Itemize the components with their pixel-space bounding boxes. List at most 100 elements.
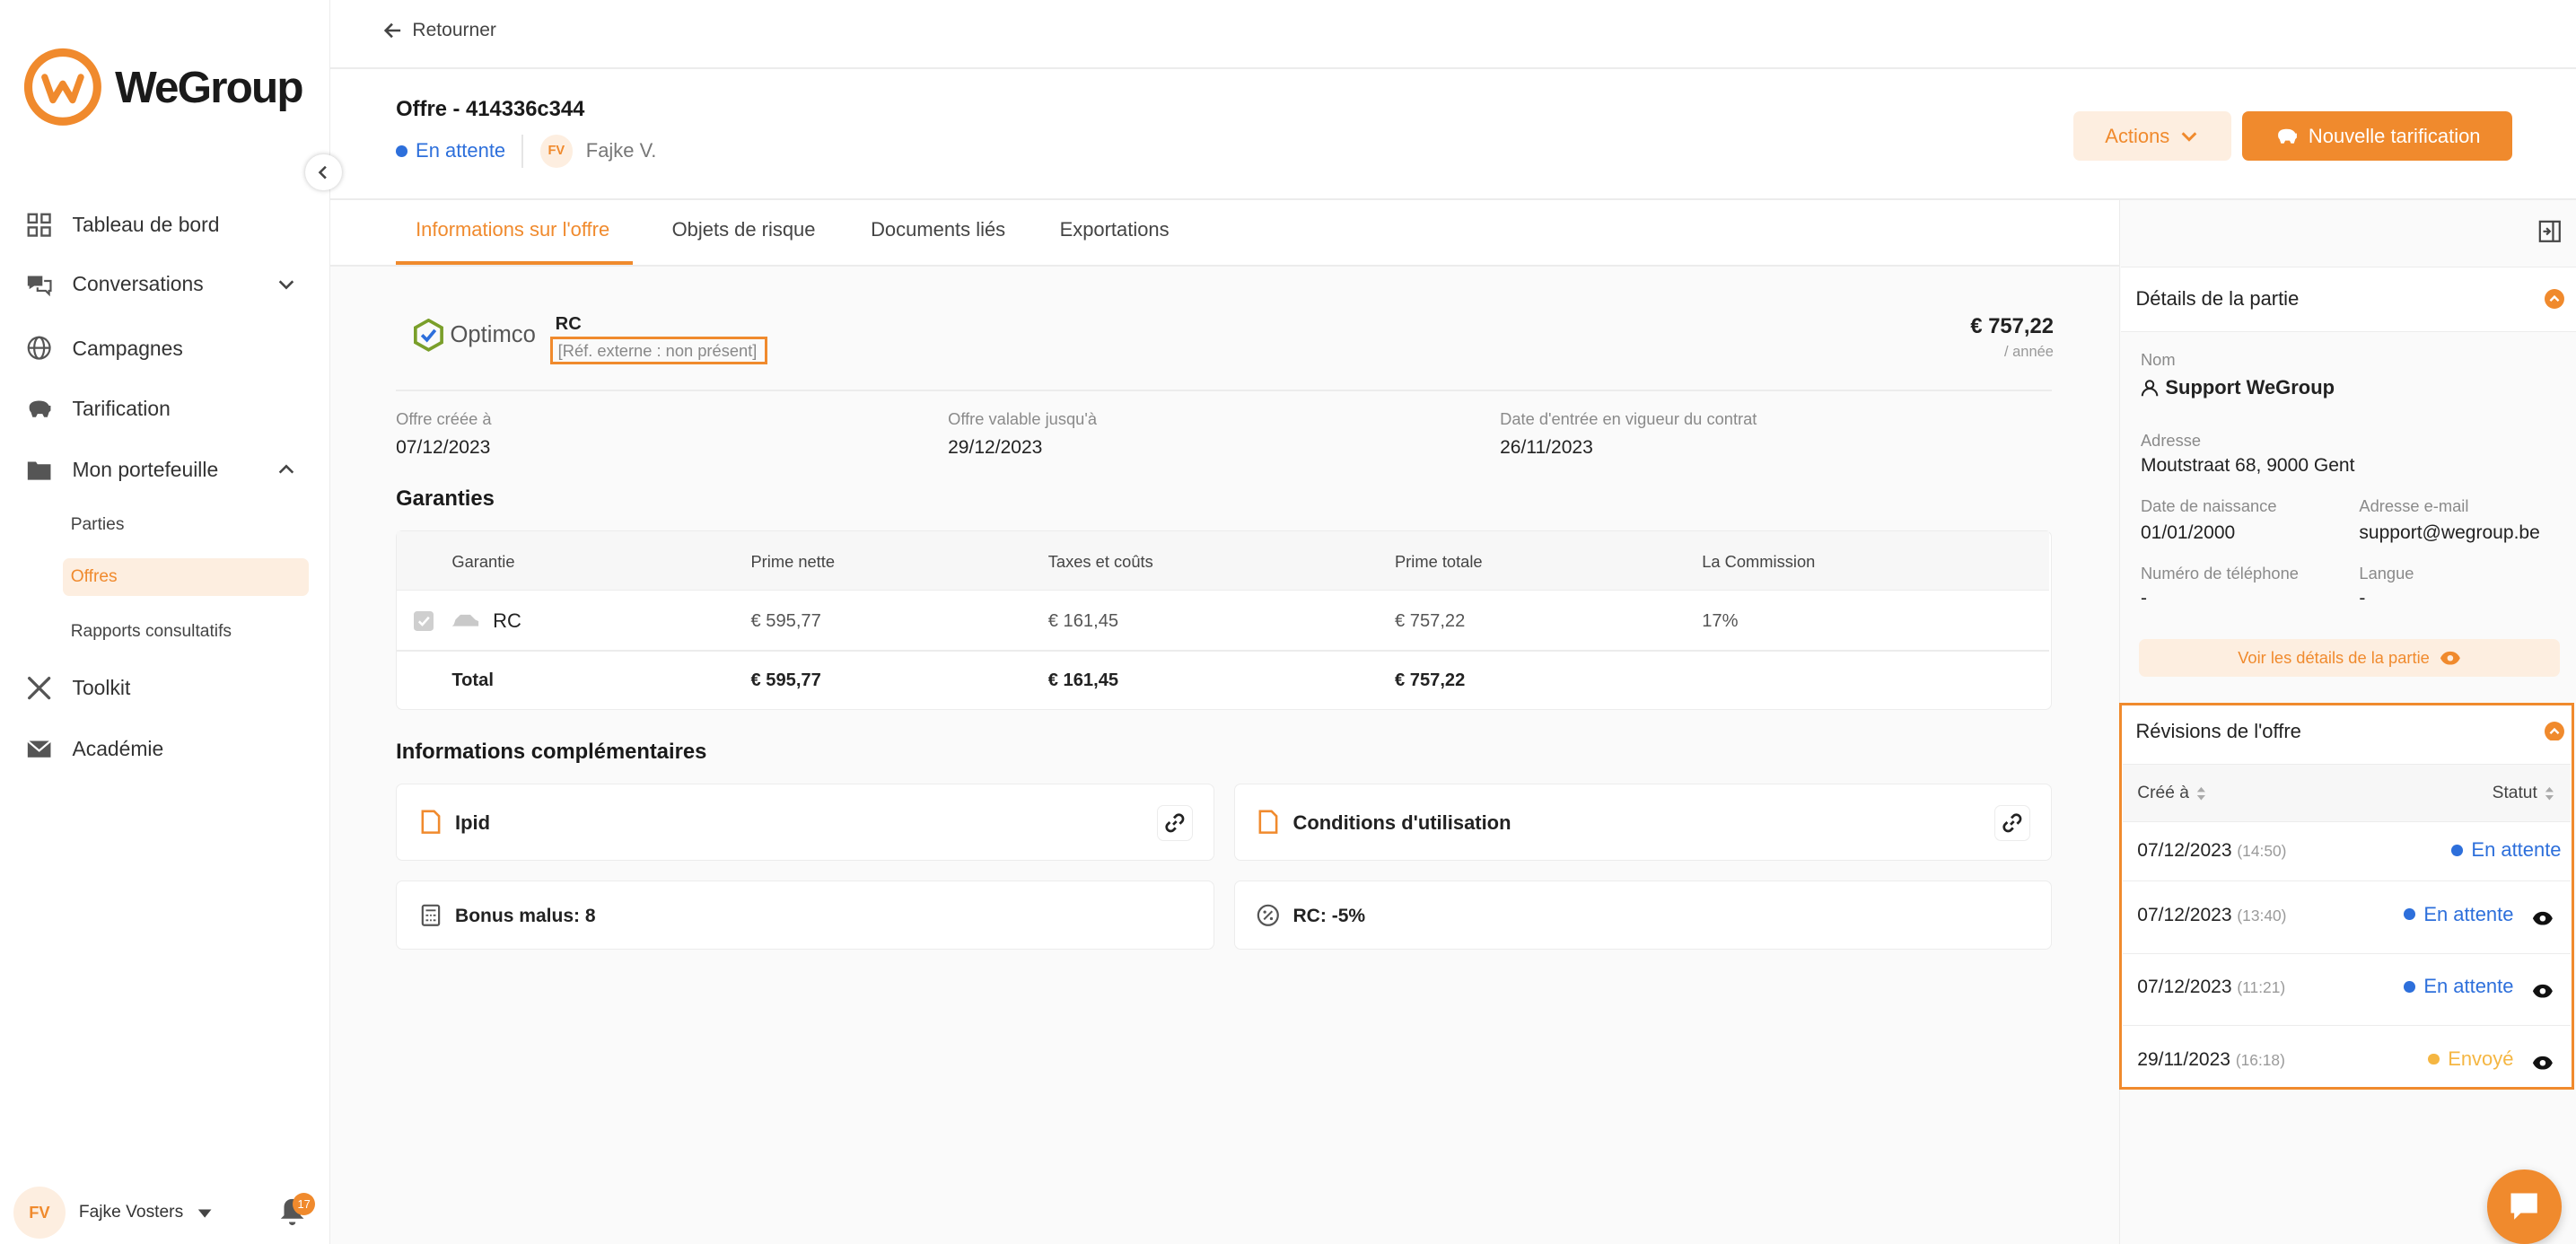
back-label: Retourner <box>412 19 496 40</box>
sidebar-item-toolkit[interactable]: Toolkit <box>26 670 305 706</box>
sidebar-item-pricing[interactable]: Tarification <box>26 391 305 427</box>
eye-icon[interactable] <box>2532 1056 2554 1070</box>
sidebar-item-label: Académie <box>72 737 164 761</box>
view-party-details-label: Voir les détails de la partie <box>2238 648 2430 668</box>
user-menu[interactable]: FV Fajke Vosters <box>13 1186 213 1240</box>
status-badge: En attente <box>396 139 505 162</box>
revision-row[interactable]: 07/12/2023 (14:50) En attente <box>2122 821 2572 881</box>
chat-launcher-button[interactable] <box>2487 1170 2562 1244</box>
chevron-left-icon <box>319 165 328 180</box>
eye-icon[interactable] <box>2532 911 2554 925</box>
collapse-panel-icon[interactable] <box>2538 220 2562 243</box>
offer-valid-until-date: Offre valable jusqu'à 29/12/2023 <box>948 409 1097 459</box>
chevron-up-circle-icon[interactable] <box>2545 721 2565 741</box>
view-party-details-button[interactable]: Voir les détails de la partie <box>2139 639 2560 678</box>
language-value: - <box>2359 588 2366 609</box>
back-link[interactable]: Retourner <box>382 19 496 41</box>
column-header-label: Statut <box>2492 784 2537 803</box>
document-name: Ipid <box>455 811 491 835</box>
eye-icon[interactable] <box>2532 984 2554 998</box>
status-text: Envoyé <box>2448 1047 2514 1070</box>
status-text: En attente <box>2471 838 2562 862</box>
total-tax: € 161,45 <box>1047 670 1119 690</box>
info-text: RC: -5% <box>1292 905 1366 926</box>
external-reference: [Réf. externe : non présent] <box>550 337 767 365</box>
status-dot-icon <box>2404 908 2416 921</box>
column-header[interactable]: Taxes et coûts <box>1048 552 1153 572</box>
open-link-button[interactable] <box>1994 804 2031 842</box>
total-net: € 595,77 <box>750 670 821 690</box>
globe-icon <box>27 337 51 361</box>
owner-name: Fajke V. <box>585 139 657 162</box>
table-cell-net: € 595,77 <box>750 610 821 631</box>
column-header[interactable]: Prime nette <box>750 552 835 572</box>
chevron-up-circle-icon[interactable] <box>2545 289 2565 310</box>
sidebar-item-campaigns[interactable]: Campagnes <box>26 330 305 366</box>
revision-date: 29/11/2023 (16:18) <box>2137 1049 2285 1071</box>
collapse-sidebar-button[interactable] <box>305 154 342 191</box>
document-card-ipid[interactable] <box>396 784 1214 862</box>
insurer-logo: Optimco <box>414 319 536 352</box>
status-dot-icon <box>2428 1053 2440 1065</box>
logo[interactable]: WeGroup <box>23 48 304 127</box>
status-text: En attente <box>2423 902 2514 925</box>
table-cell-commission: 17% <box>1702 610 1739 631</box>
status-badge: Envoyé <box>2428 1047 2513 1071</box>
sort-icon <box>2197 786 2206 801</box>
table-row-name: RC <box>493 609 521 633</box>
sidebar-item-portfolio[interactable]: Mon portefeuille <box>26 451 305 487</box>
actions-label: Actions <box>2105 124 2170 147</box>
party-name-value: Support WeGroup <box>2165 376 2335 399</box>
address-label: Adresse <box>2140 430 2202 450</box>
actions-button[interactable]: Actions <box>2072 111 2231 162</box>
sidebar-subitem-offers[interactable]: Offres <box>62 558 310 597</box>
tab-exports[interactable]: Exportations <box>1060 218 1170 241</box>
guarantee-checkbox[interactable] <box>414 610 434 631</box>
revision-row[interactable]: 29/11/2023 (16:18) Envoyé <box>2122 1025 2572 1086</box>
chat-icon <box>28 276 52 297</box>
column-header-created[interactable]: Créé à <box>2137 784 2207 803</box>
revision-time: (14:50) <box>2237 842 2287 861</box>
column-header-status[interactable]: Statut <box>2493 784 2555 803</box>
column-header[interactable]: Garantie <box>451 552 514 572</box>
chat-bubble-icon <box>2510 1193 2537 1221</box>
sidebar-item-conversations[interactable]: Conversations <box>26 267 305 302</box>
revision-row[interactable]: 07/12/2023 (13:40) En attente <box>2122 880 2572 953</box>
product-name: RC <box>555 313 582 334</box>
tab-linked-documents[interactable]: Documents liés <box>871 218 1005 241</box>
revision-row[interactable]: 07/12/2023 (11:21) En attente <box>2122 952 2572 1026</box>
sidebar-item-label: Tarification <box>72 397 171 421</box>
date-label: Offre valable jusqu'à <box>948 408 1098 428</box>
calculator-icon <box>421 904 440 926</box>
logo-text: WeGroup <box>115 62 303 112</box>
info-text: Bonus malus: 8 <box>455 905 596 926</box>
tab-risk-objects[interactable]: Objets de risque <box>672 218 816 241</box>
sidebar-item-label: Tableau de bord <box>72 213 220 237</box>
sidebar-item-label: Campagnes <box>72 336 183 360</box>
caret-down-icon <box>197 1209 212 1218</box>
status-dot-icon <box>396 145 407 157</box>
new-pricing-button[interactable]: Nouvelle tarification <box>2242 111 2512 162</box>
column-header[interactable]: La Commission <box>1702 552 1815 572</box>
address-value: Moutstraat 68, 9000 Gent <box>2140 455 2355 476</box>
sidebar-item-academy[interactable]: Académie <box>26 732 305 767</box>
divider <box>397 649 2050 652</box>
divider <box>396 389 2053 391</box>
sidebar-subitem-parties[interactable]: Parties <box>63 506 310 544</box>
sidebar-item-label: Mon portefeuille <box>72 457 219 481</box>
piggy-bank-icon <box>29 400 51 417</box>
check-icon <box>417 616 430 626</box>
open-link-button[interactable] <box>1156 804 1193 842</box>
sidebar-subitem-advisory-reports[interactable]: Rapports consultatifs <box>63 613 310 651</box>
tab-offer-info[interactable]: Informations sur l'offre <box>416 218 609 241</box>
column-header[interactable]: Prime totale <box>1395 552 1483 572</box>
chevron-down-icon <box>278 280 294 290</box>
revision-date: 07/12/2023 (11:21) <box>2137 977 2285 998</box>
sidebar-item-dashboard[interactable]: Tableau de bord <box>26 207 305 243</box>
link-icon <box>2002 813 2022 833</box>
document-icon <box>421 810 440 835</box>
revision-date-value: 07/12/2023 <box>2137 977 2232 998</box>
sidebar-item-label: Toolkit <box>72 676 131 700</box>
revisions-title: Révisions de l'offre <box>2135 719 2301 742</box>
document-icon <box>1258 810 1278 835</box>
